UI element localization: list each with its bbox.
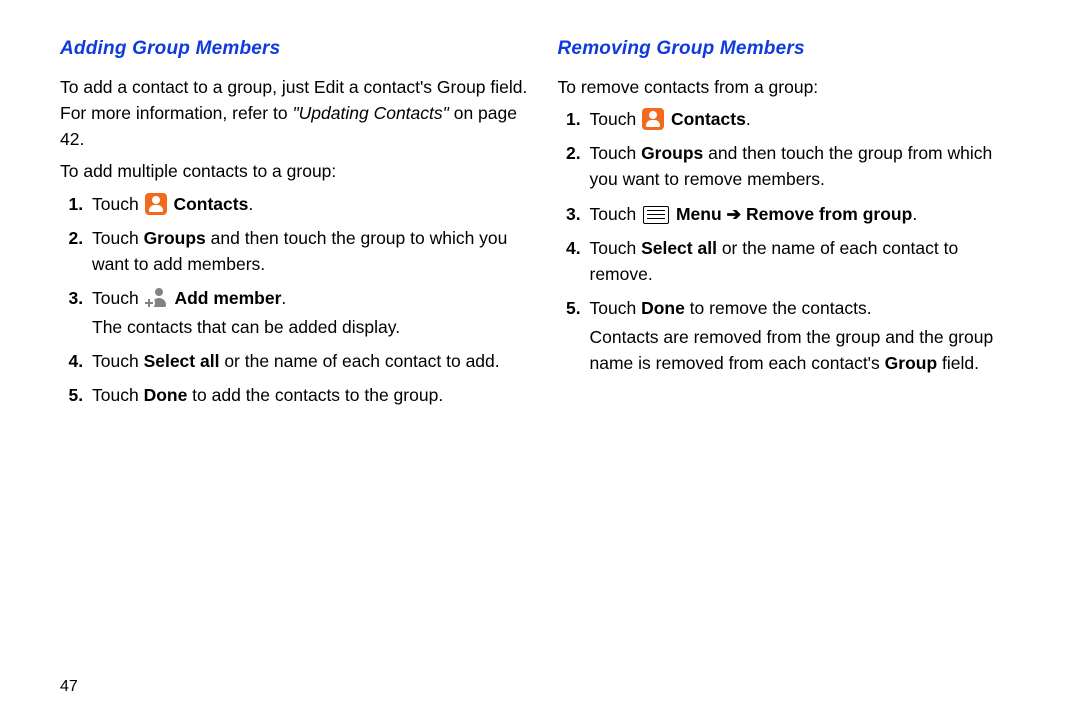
add-member-icon [145, 288, 169, 308]
col-adding: Adding Group Members To add a contact to… [60, 35, 528, 700]
heading-removing: Removing Group Members [558, 35, 1026, 64]
label-group-field: Group [885, 353, 938, 373]
text: Touch [92, 228, 144, 248]
text: Touch [590, 298, 642, 318]
label-contacts: Contacts [173, 194, 248, 214]
label-select-all: Select all [144, 351, 220, 371]
text: Touch [590, 143, 642, 163]
steps-adding: Touch Contacts. Touch Groups and then to… [60, 191, 528, 409]
step-1: Touch Contacts. [88, 191, 528, 217]
text: Touch [92, 351, 144, 371]
step-5-sub: Contacts are removed from the group and … [590, 324, 1026, 377]
text: field. [937, 353, 979, 373]
page-number: 47 [60, 678, 78, 696]
label-done: Done [641, 298, 685, 318]
step-5: Touch Done to remove the contacts. Conta… [586, 295, 1026, 376]
intro-multi: To add multiple contacts to a group: [60, 158, 528, 184]
text: Touch [590, 109, 642, 129]
text: Touch [590, 204, 642, 224]
heading-adding: Adding Group Members [60, 35, 528, 64]
text: or the name of each contact to add. [219, 351, 499, 371]
manual-page: Adding Group Members To add a contact to… [0, 0, 1080, 720]
text: Touch [590, 238, 642, 258]
step-1: Touch Contacts. [586, 106, 1026, 132]
text: to add the contacts to the group. [187, 385, 443, 405]
step-2: Touch Groups and then touch the group fr… [586, 140, 1026, 193]
step-4: Touch Select all or the name of each con… [88, 348, 528, 374]
label-groups: Groups [144, 228, 206, 248]
label-groups: Groups [641, 143, 703, 163]
contacts-icon [145, 193, 167, 215]
step-5: Touch Done to add the contacts to the gr… [88, 382, 528, 408]
label-add-member: Add member [174, 288, 281, 308]
ref-italic: "Updating Contacts" [292, 103, 448, 123]
step-2: Touch Groups and then touch the group to… [88, 225, 528, 278]
step-3-sub: The contacts that can be added display. [92, 314, 528, 340]
arrow-icon: ➔ [722, 204, 746, 224]
label-select-all: Select all [641, 238, 717, 258]
text: . [248, 194, 253, 214]
label-done: Done [144, 385, 188, 405]
intro-paragraph: To add a contact to a group, just Edit a… [60, 74, 528, 153]
label-menu: Menu [676, 204, 722, 224]
col-removing: Removing Group Members To remove contact… [558, 35, 1026, 700]
text: Touch [92, 194, 144, 214]
step-4: Touch Select all or the name of each con… [586, 235, 1026, 288]
text: . [281, 288, 286, 308]
text: Touch [92, 288, 144, 308]
text: . [746, 109, 751, 129]
intro-removing: To remove contacts from a group: [558, 74, 1026, 100]
text: . [912, 204, 917, 224]
contacts-icon [642, 108, 664, 130]
text: to remove the contacts. [685, 298, 872, 318]
step-3: Touch Menu ➔ Remove from group. [586, 201, 1026, 227]
step-3: Touch Add member. The contacts that can … [88, 285, 528, 340]
text: Touch [92, 385, 144, 405]
label-contacts: Contacts [671, 109, 746, 129]
label-remove-from-group: Remove from group [746, 204, 912, 224]
menu-icon [643, 206, 669, 224]
steps-removing: Touch Contacts. Touch Groups and then to… [558, 106, 1026, 376]
